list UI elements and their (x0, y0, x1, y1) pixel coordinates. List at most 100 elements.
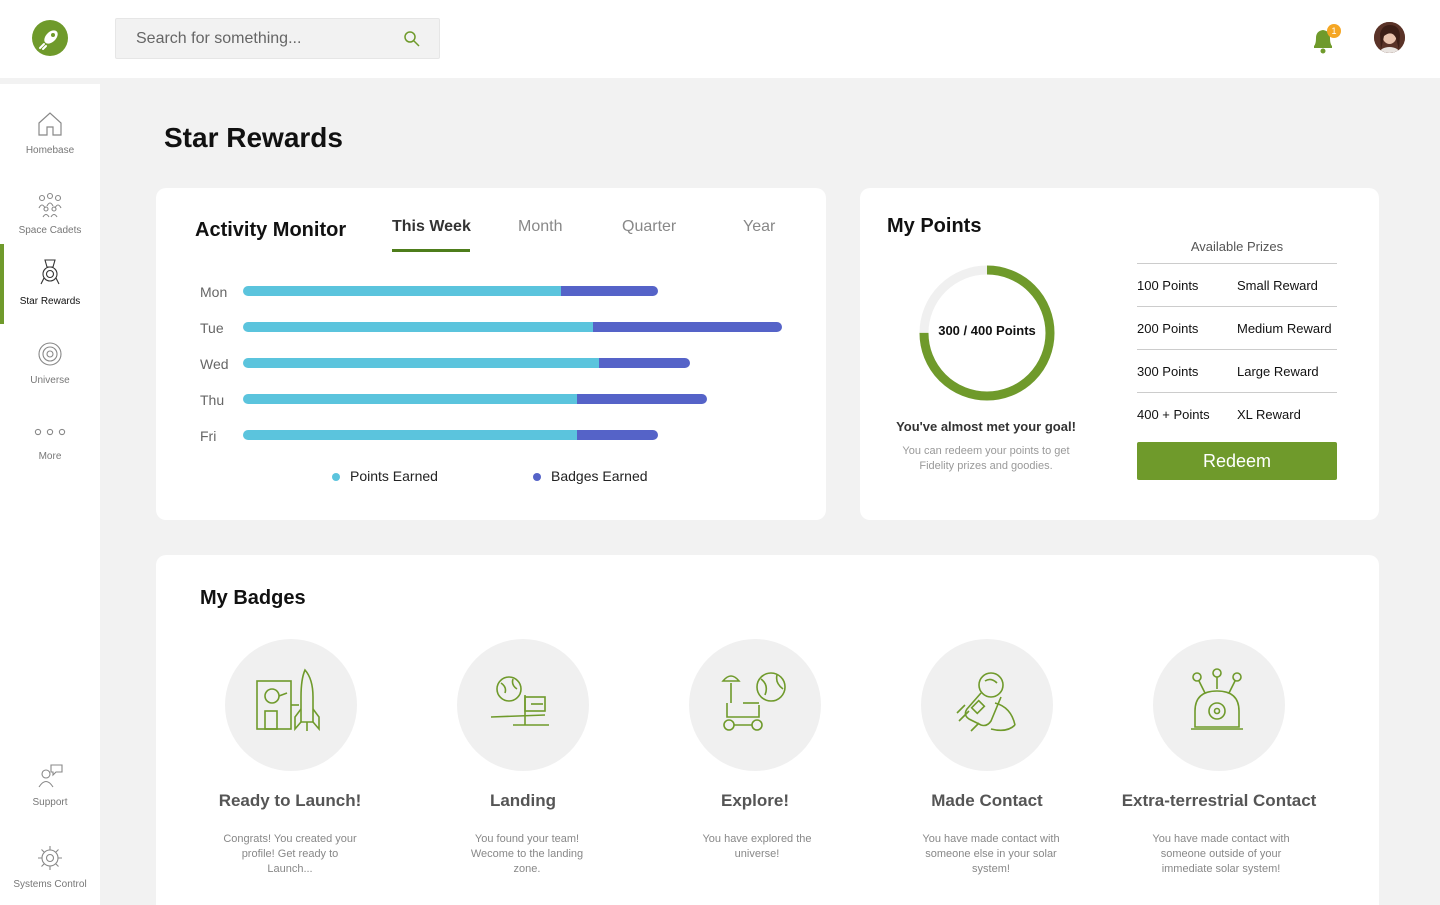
badge-description: You have explored the universe! (702, 833, 812, 860)
sidebar-item-label: Space Cadets (18, 225, 82, 236)
badge-made-contact[interactable] (921, 639, 1053, 771)
bar-segment-badges-earned (561, 286, 659, 296)
prize-points: 300 Points (1137, 364, 1199, 379)
sidebar-item-homebase[interactable]: Homebase (0, 94, 100, 172)
prize-row: 300 Points Large Reward (1137, 349, 1337, 392)
search-icon[interactable] (403, 30, 421, 48)
bar-segment-badges-earned (598, 358, 691, 368)
sidebar-item-label: More (38, 451, 62, 462)
prize-reward: Small Reward (1237, 278, 1318, 293)
bar-segment-badges-earned (593, 322, 782, 332)
sidebar-item-systems-control[interactable]: Systems Control (0, 828, 100, 905)
page-title: Star Rewards (164, 122, 343, 153)
prize-row: 100 Points Small Reward (1137, 263, 1337, 306)
badge-title: Explore! (720, 791, 790, 810)
goal-subtitle: You can redeem your points to get Fideli… (902, 445, 1070, 472)
tab-this-week[interactable]: This Week (392, 218, 471, 236)
target-icon (38, 342, 62, 366)
sidebar-item-label: Star Rewards (19, 296, 81, 307)
badge-description: You have made contact with someone outsi… (1152, 833, 1290, 875)
legend-badges-label: Badges Earned (551, 468, 648, 484)
sidebar-item-label: Support (32, 797, 68, 808)
points-ring-label: 300 / 400 Points (938, 323, 1036, 338)
bar-tue (243, 322, 782, 332)
badge-title: Extra-terrestrial Contact (1121, 791, 1317, 810)
notification-count-badge: 1 (1327, 24, 1341, 38)
prize-points: 400 + Points (1137, 407, 1210, 422)
badge-description: You found your team! Wecome to the landi… (470, 833, 584, 875)
sidebar-item-label: Universe (30, 375, 70, 386)
bar-wed (243, 358, 691, 368)
bar-segment-badges-earned (577, 394, 707, 404)
active-tab-indicator (392, 249, 470, 252)
prize-row: 200 Points Medium Reward (1137, 306, 1337, 349)
home-icon (38, 112, 62, 136)
badge-title: Landing (489, 791, 557, 810)
bar-mon (243, 286, 659, 296)
rover-icon (721, 672, 786, 731)
prize-row: 400 + Points XL Reward (1137, 392, 1337, 435)
prize-points: 200 Points (1137, 321, 1199, 336)
legend-points-swatch (332, 473, 340, 481)
badge-explore[interactable] (689, 639, 821, 771)
sidebar: Homebase Space Cadets Star Rewards Unive… (0, 84, 100, 905)
my-points-title: My Points (887, 215, 982, 237)
bar-segment-points-earned (243, 430, 578, 440)
sidebar-item-support[interactable]: Support (0, 746, 100, 824)
legend-badges-swatch (533, 473, 541, 481)
day-label-mon: Mon (200, 284, 228, 300)
badge-title: Made Contact (931, 791, 1043, 810)
day-label-wed: Wed (200, 356, 229, 372)
rocket-icon (256, 668, 320, 732)
day-label-fri: Fri (200, 428, 217, 444)
alien-icon (1191, 668, 1243, 730)
available-prizes-heading: Available Prizes (1190, 239, 1284, 254)
prize-reward: XL Reward (1237, 407, 1301, 422)
activity-monitor-title: Activity Monitor (195, 219, 347, 241)
sidebar-item-label: Systems Control (13, 879, 87, 890)
astronaut-icon (956, 672, 1016, 732)
top-bar: 1 (0, 0, 1440, 78)
search-input[interactable] (136, 28, 396, 50)
badge-ready-to-launch[interactable] (225, 639, 357, 771)
goal-title: You've almost met your goal! (896, 419, 1076, 434)
people-icon (38, 192, 62, 218)
sidebar-item-star-rewards[interactable]: Star Rewards (0, 244, 100, 324)
badge-landing[interactable] (457, 639, 589, 771)
bar-fri (243, 430, 659, 440)
tab-month[interactable]: Month (518, 218, 562, 236)
legend-points-label: Points Earned (350, 468, 438, 484)
medal-icon (40, 259, 60, 285)
badge-extra-terrestrial-contact[interactable] (1153, 639, 1285, 771)
more-icon (34, 428, 66, 436)
prize-reward: Medium Reward (1237, 321, 1332, 336)
support-icon (38, 764, 63, 788)
redeem-button[interactable]: Redeem (1137, 442, 1337, 480)
bar-segment-points-earned (243, 286, 561, 296)
day-label-thu: Thu (200, 392, 225, 408)
logo-icon[interactable] (32, 20, 68, 56)
bar-segment-points-earned (243, 322, 594, 332)
sidebar-item-label: Homebase (25, 145, 75, 156)
badge-description: You have made contact with someone else … (922, 833, 1060, 875)
tab-year[interactable]: Year (743, 218, 775, 236)
prize-reward: Large Reward (1237, 364, 1319, 379)
badge-title: Ready to Launch! (218, 791, 362, 810)
landing-flag-icon (490, 676, 549, 726)
bar-segment-points-earned (243, 394, 578, 404)
sidebar-item-more[interactable]: More (0, 400, 100, 478)
sidebar-item-universe[interactable]: Universe (0, 324, 100, 402)
bar-segment-badges-earned (577, 430, 659, 440)
notification-bell-icon[interactable]: 1 (1310, 24, 1341, 54)
search-box (115, 18, 440, 59)
tab-quarter[interactable]: Quarter (622, 218, 676, 236)
bar-segment-points-earned (243, 358, 599, 368)
badge-description: Congrats! You created your profile! Get … (223, 833, 357, 875)
avatar[interactable] (1374, 22, 1405, 53)
my-badges-title: My Badges (200, 587, 306, 609)
gear-icon (38, 846, 62, 870)
prize-points: 100 Points (1137, 278, 1199, 293)
day-label-tue: Tue (200, 320, 224, 336)
bar-thu (243, 394, 707, 404)
sidebar-item-space-cadets[interactable]: Space Cadets (0, 174, 100, 252)
